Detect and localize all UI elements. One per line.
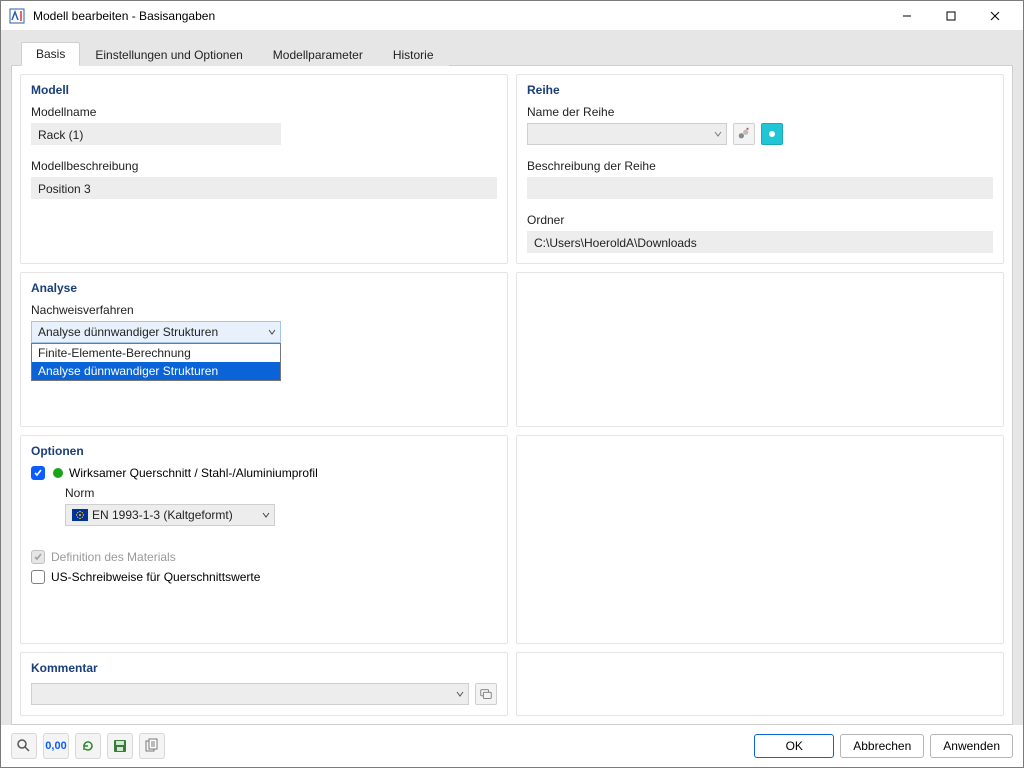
tab-einstellungen[interactable]: Einstellungen und Optionen	[80, 43, 257, 66]
dialog-window: Modell bearbeiten - Basisangaben Basis E…	[0, 0, 1024, 768]
option-us-schreibweise[interactable]: US-Schreibweise für Querschnittswerte	[31, 570, 497, 584]
minimize-button[interactable]	[885, 2, 929, 30]
browse-button[interactable]	[733, 123, 755, 145]
label-modellbeschreibung: Modellbeschreibung	[31, 159, 497, 173]
checkbox-definition-material	[31, 550, 45, 564]
label-us-schreibweise: US-Schreibweise für Querschnittswerte	[51, 570, 260, 584]
label-wirksamer-querschnitt: Wirksamer Querschnitt / Stahl-/Aluminium…	[69, 466, 318, 480]
group-analyse: Analyse Nachweisverfahren Analyse dünnwa…	[20, 272, 508, 427]
option-definition-material: Definition des Materials	[31, 550, 497, 564]
blank-panel-2	[516, 435, 1004, 644]
field-reihe-beschreibung[interactable]	[527, 177, 993, 199]
select-reihe-name[interactable]	[527, 123, 727, 145]
chevron-down-icon	[714, 127, 722, 141]
checkbox-wirksamer-querschnitt[interactable]	[31, 466, 45, 480]
tab-basis[interactable]: Basis	[21, 42, 80, 66]
label-nachweisverfahren: Nachweisverfahren	[31, 303, 497, 317]
option-wirksamer-querschnitt[interactable]: Wirksamer Querschnitt / Stahl-/Aluminium…	[31, 466, 497, 480]
link-button[interactable]	[761, 123, 783, 145]
group-title-reihe: Reihe	[527, 83, 993, 97]
group-title-optionen: Optionen	[31, 444, 497, 458]
label-reihe-beschreibung: Beschreibung der Reihe	[527, 159, 993, 173]
tool-copy-icon[interactable]	[139, 733, 165, 759]
dialog-footer: 0,00 OK Abbrechen Anwenden	[1, 725, 1023, 767]
blank-panel-3	[516, 652, 1004, 716]
ok-button[interactable]: OK	[754, 734, 834, 758]
group-title-analyse: Analyse	[31, 281, 497, 295]
label-ordner: Ordner	[527, 213, 993, 227]
list-item-fe[interactable]: Finite-Elemente-Berechnung	[32, 344, 280, 362]
app-icon	[9, 8, 25, 24]
list-item-duennwandig[interactable]: Analyse dünnwandiger Strukturen	[32, 362, 280, 380]
combo-kommentar[interactable]	[31, 683, 469, 705]
select-nachweisverfahren-value: Analyse dünnwandiger Strukturen	[38, 325, 218, 339]
field-modellname[interactable]: Rack (1)	[31, 123, 281, 145]
group-modell: Modell Modellname Rack (1) Modellbeschre…	[20, 74, 508, 264]
listbox-nachweisverfahren: Finite-Elemente-Berechnung Analyse dünnw…	[31, 343, 281, 381]
select-norm-value: EN 1993-1-3 (Kaltgeformt)	[92, 508, 233, 522]
group-reihe: Reihe Name der Reihe	[516, 74, 1004, 264]
window-title: Modell bearbeiten - Basisangaben	[33, 9, 885, 23]
apply-button[interactable]: Anwenden	[930, 734, 1013, 758]
status-dot-icon	[53, 468, 63, 478]
group-kommentar: Kommentar	[20, 652, 508, 716]
blank-panel-1	[516, 272, 1004, 427]
tool-search-icon[interactable]	[11, 733, 37, 759]
select-norm[interactable]: EN 1993-1-3 (Kaltgeformt)	[65, 504, 275, 526]
group-title-kommentar: Kommentar	[31, 661, 497, 675]
tabstrip: Basis Einstellungen und Optionen Modellp…	[11, 41, 1013, 65]
tool-refresh-icon[interactable]	[75, 733, 101, 759]
maximize-button[interactable]	[929, 2, 973, 30]
comment-edit-button[interactable]	[475, 683, 497, 705]
select-nachweisverfahren[interactable]: Analyse dünnwandiger Strukturen Finite-E…	[31, 321, 281, 343]
client-area: Basis Einstellungen und Optionen Modellp…	[1, 31, 1023, 725]
group-title-modell: Modell	[31, 83, 497, 97]
cancel-button[interactable]: Abbrechen	[840, 734, 924, 758]
field-ordner[interactable]: C:\Users\HoeroldA\Downloads	[527, 231, 993, 253]
checkbox-us-schreibweise[interactable]	[31, 570, 45, 584]
tool-save-icon[interactable]	[107, 733, 133, 759]
field-modellbeschreibung[interactable]: Position 3	[31, 177, 497, 199]
tool-decimal-icon[interactable]: 0,00	[43, 733, 69, 759]
chevron-down-icon	[456, 687, 464, 701]
tab-modellparameter[interactable]: Modellparameter	[258, 43, 378, 66]
chevron-down-icon	[268, 325, 276, 339]
chevron-down-icon	[262, 508, 270, 522]
label-norm: Norm	[65, 486, 497, 500]
label-reihe-name: Name der Reihe	[527, 105, 993, 119]
group-optionen: Optionen Wirksamer Querschnitt / Stahl-/…	[20, 435, 508, 644]
tab-historie[interactable]: Historie	[378, 43, 449, 66]
eu-flag-icon	[72, 509, 88, 521]
close-button[interactable]	[973, 2, 1017, 30]
tab-panel-basis: Modell Modellname Rack (1) Modellbeschre…	[11, 65, 1013, 725]
label-definition-material: Definition des Materials	[51, 550, 176, 564]
label-modellname: Modellname	[31, 105, 497, 119]
titlebar: Modell bearbeiten - Basisangaben	[1, 1, 1023, 31]
